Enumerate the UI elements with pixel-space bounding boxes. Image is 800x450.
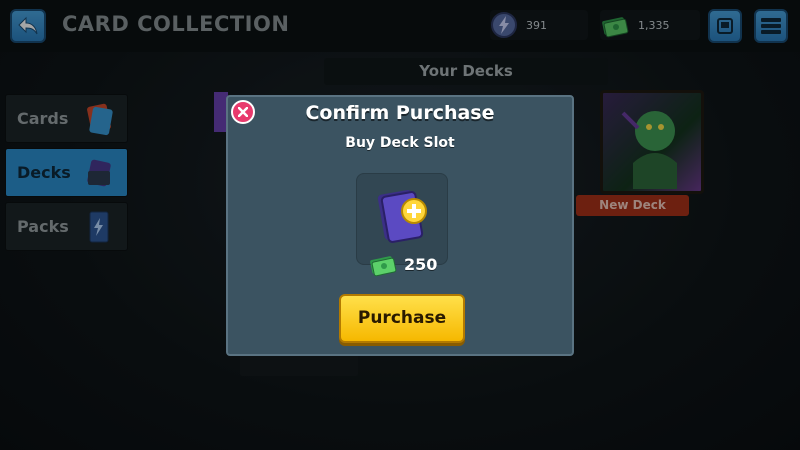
purchase-button[interactable]: Purchase: [339, 294, 465, 343]
dialog-title: Confirm Purchase: [305, 102, 495, 124]
price-value: 250: [404, 254, 438, 274]
dialog-subtitle: Buy Deck Slot: [345, 135, 455, 151]
price-tag: 250: [368, 251, 437, 277]
cash-icon: [370, 256, 397, 277]
confirm-purchase-dialog: Confirm Purchase Buy Deck Slot 250 Purch…: [226, 95, 574, 356]
